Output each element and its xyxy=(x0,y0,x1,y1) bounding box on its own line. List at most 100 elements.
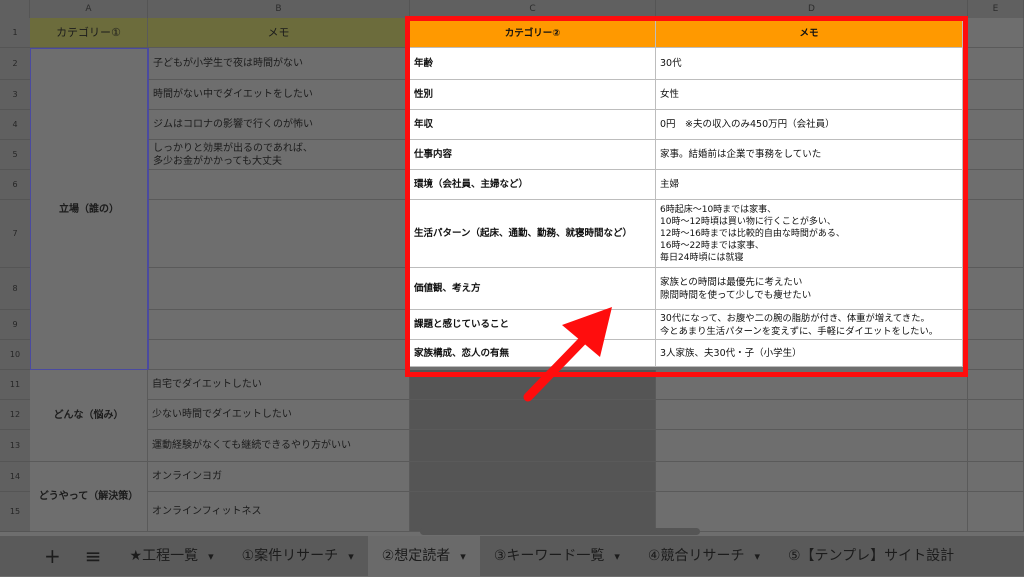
group-cell-position[interactable]: 立場（誰の） xyxy=(30,48,148,370)
col-e-empty-cell[interactable] xyxy=(968,310,1024,340)
persona-value-cell[interactable]: 家事。結婚前は企業で事務をしていた xyxy=(656,140,963,170)
row-header[interactable]: 11 xyxy=(0,370,30,400)
tab-dropdown-icon[interactable]: ▾ xyxy=(208,550,214,563)
col-header-d[interactable]: D xyxy=(656,0,968,18)
col-e-empty-cell[interactable] xyxy=(968,18,1024,48)
header-category1[interactable]: カテゴリー① xyxy=(30,18,148,48)
persona-label-cell[interactable]: 生活パターン（起床、通勤、勤務、就寝時間など） xyxy=(410,200,656,268)
persona-value-cell[interactable]: 6時起床〜10時までは家事、 10時〜12時頃は買い物に行くことが多い、 12時… xyxy=(656,200,963,268)
memo-b-cell[interactable]: オンラインフィットネス xyxy=(148,492,410,532)
memo-b-cell[interactable]: しっかりと効果が出るのであれば、 多少お金がかかっても大丈夫 xyxy=(148,140,410,170)
persona-label-cell[interactable]: 環境（会社員、主婦など） xyxy=(410,170,656,200)
category2-empty-cell[interactable] xyxy=(410,492,656,532)
spreadsheet: A B C D E 1 2 3 4 5 6 7 8 9 10 11 12 13 14 15 カテゴリー① メ… xyxy=(0,0,1024,576)
red-arrow-annotation xyxy=(523,307,612,402)
col-e-empty-cell[interactable] xyxy=(968,80,1024,110)
col-header-e[interactable]: E xyxy=(968,0,1024,18)
memo-b-cell[interactable] xyxy=(148,170,410,200)
sheet-tab[interactable]: ⑤【テンプレ】サイト設計 xyxy=(774,536,968,576)
tab-dropdown-icon[interactable]: ▾ xyxy=(614,550,620,563)
row-header[interactable]: 6 xyxy=(0,170,30,200)
row-header[interactable]: 13 xyxy=(0,430,30,462)
group-cell-solution[interactable]: どうやって（解決策） xyxy=(30,462,148,532)
persona-value-cell[interactable]: 30代になって、お腹や二の腕の脂肪が付き、体重が増えてきた。 今とあまり生活パタ… xyxy=(656,310,963,340)
persona-label-cell[interactable]: 仕事内容 xyxy=(410,140,656,170)
add-sheet-icon[interactable]: + xyxy=(0,536,71,576)
row-header[interactable]: 8 xyxy=(0,268,30,310)
col-e-empty-cell[interactable] xyxy=(968,400,1024,430)
sheet-list-menu-icon[interactable]: ≡ xyxy=(71,536,116,576)
memo-b-cell[interactable] xyxy=(148,268,410,310)
horizontal-scrollbar[interactable] xyxy=(420,528,700,535)
col-header-a[interactable]: A xyxy=(30,0,148,18)
col-e-empty-cell[interactable] xyxy=(968,430,1024,462)
sheet-tab[interactable]: ③キーワード一覧 ▾ xyxy=(480,536,634,576)
highlight-header-category2[interactable]: カテゴリー② xyxy=(410,20,656,48)
row-header[interactable]: 4 xyxy=(0,110,30,140)
sheet-tab[interactable]: ★工程一覧 ▾ xyxy=(116,536,228,576)
row-header[interactable]: 9 xyxy=(0,310,30,340)
tab-dropdown-icon[interactable]: ▾ xyxy=(754,550,760,563)
memo-b-cell[interactable]: 時間がない中でダイエットをしたい xyxy=(148,80,410,110)
persona-label-cell[interactable]: 年収 xyxy=(410,110,656,140)
col-e-empty-cell[interactable] xyxy=(968,268,1024,310)
memo-b-cell[interactable]: 運動経験がなくても継続できるやり方がいい xyxy=(148,430,410,462)
persona-value-cell[interactable]: 0円 ※夫の収入のみ450万円（会社員） xyxy=(656,110,963,140)
persona-value-cell[interactable]: 主婦 xyxy=(656,170,963,200)
persona-value-cell[interactable]: 女性 xyxy=(656,80,963,110)
memo-d-empty-cell[interactable] xyxy=(656,492,968,532)
memo-b-cell[interactable]: ジムはコロナの影響で行くのが怖い xyxy=(148,110,410,140)
col-e-empty-cell[interactable] xyxy=(968,492,1024,532)
memo-b-cell[interactable] xyxy=(148,310,410,340)
memo-b-cell[interactable] xyxy=(148,340,410,370)
col-e-empty-cell[interactable] xyxy=(968,170,1024,200)
col-e-empty-cell[interactable] xyxy=(968,370,1024,400)
memo-d-empty-cell[interactable] xyxy=(656,370,968,400)
col-e-empty-cell[interactable] xyxy=(968,48,1024,80)
persona-value-cell[interactable]: 30代 xyxy=(656,48,963,80)
memo-b-cell[interactable]: オンラインヨガ xyxy=(148,462,410,492)
persona-value-cell[interactable]: 家族との時間は最優先に考えたい 隙間時間を使って少しでも痩せたい xyxy=(656,268,963,310)
sheet-tab-label: ①案件リサーチ xyxy=(241,548,339,564)
col-e-empty-cell[interactable] xyxy=(968,462,1024,492)
col-e-empty-cell[interactable] xyxy=(968,140,1024,170)
header-memo-b[interactable]: メモ xyxy=(148,18,410,48)
row-header[interactable]: 1 xyxy=(0,18,30,48)
tab-dropdown-icon[interactable]: ▾ xyxy=(460,550,466,563)
row-header[interactable]: 2 xyxy=(0,48,30,80)
memo-b-cell[interactable]: 子どもが小学生で夜は時間がない xyxy=(148,48,410,80)
sheet-tab-label: ★工程一覧 xyxy=(129,548,199,564)
col-e-empty-cell[interactable] xyxy=(968,200,1024,268)
memo-d-empty-cell[interactable] xyxy=(656,430,968,462)
persona-label-cell[interactable]: 性別 xyxy=(410,80,656,110)
category2-empty-cell[interactable] xyxy=(410,462,656,492)
memo-d-empty-cell[interactable] xyxy=(656,462,968,492)
row-header[interactable]: 14 xyxy=(0,462,30,492)
group-cell-trouble[interactable]: どんな（悩み） xyxy=(30,370,148,462)
row-header[interactable]: 7 xyxy=(0,200,30,268)
sheet-tab[interactable]: ①案件リサーチ ▾ xyxy=(228,536,368,576)
persona-value-cell[interactable]: 3人家族、夫30代・子（小学生） xyxy=(656,340,963,367)
category2-empty-cell[interactable] xyxy=(410,430,656,462)
tab-dropdown-icon[interactable]: ▾ xyxy=(348,550,354,563)
sheet-tab[interactable]: ②想定読者 ▾ xyxy=(367,536,480,576)
col-e-empty-cell[interactable] xyxy=(968,110,1024,140)
row-header[interactable]: 5 xyxy=(0,140,30,170)
memo-d-empty-cell[interactable] xyxy=(656,400,968,430)
col-header-c[interactable]: C xyxy=(410,0,656,18)
row-header[interactable]: 12 xyxy=(0,400,30,430)
sheet-tab-label: ③キーワード一覧 xyxy=(493,548,605,564)
corner-cell[interactable] xyxy=(0,0,30,18)
col-header-b[interactable]: B xyxy=(148,0,410,18)
memo-b-cell[interactable] xyxy=(148,200,410,268)
sheet-tab-label: ⑤【テンプレ】サイト設計 xyxy=(788,548,955,564)
row-header[interactable]: 10 xyxy=(0,340,30,370)
persona-label-cell[interactable]: 年齢 xyxy=(410,48,656,80)
row-header[interactable]: 15 xyxy=(0,492,30,532)
memo-b-cell[interactable]: 自宅でダイエットしたい xyxy=(148,370,410,400)
sheet-tab[interactable]: ④競合リサーチ ▾ xyxy=(634,536,774,576)
memo-b-cell[interactable]: 少ない時間でダイエットしたい xyxy=(148,400,410,430)
row-header[interactable]: 3 xyxy=(0,80,30,110)
highlight-header-memo[interactable]: メモ xyxy=(656,20,963,48)
col-e-empty-cell[interactable] xyxy=(968,340,1024,370)
